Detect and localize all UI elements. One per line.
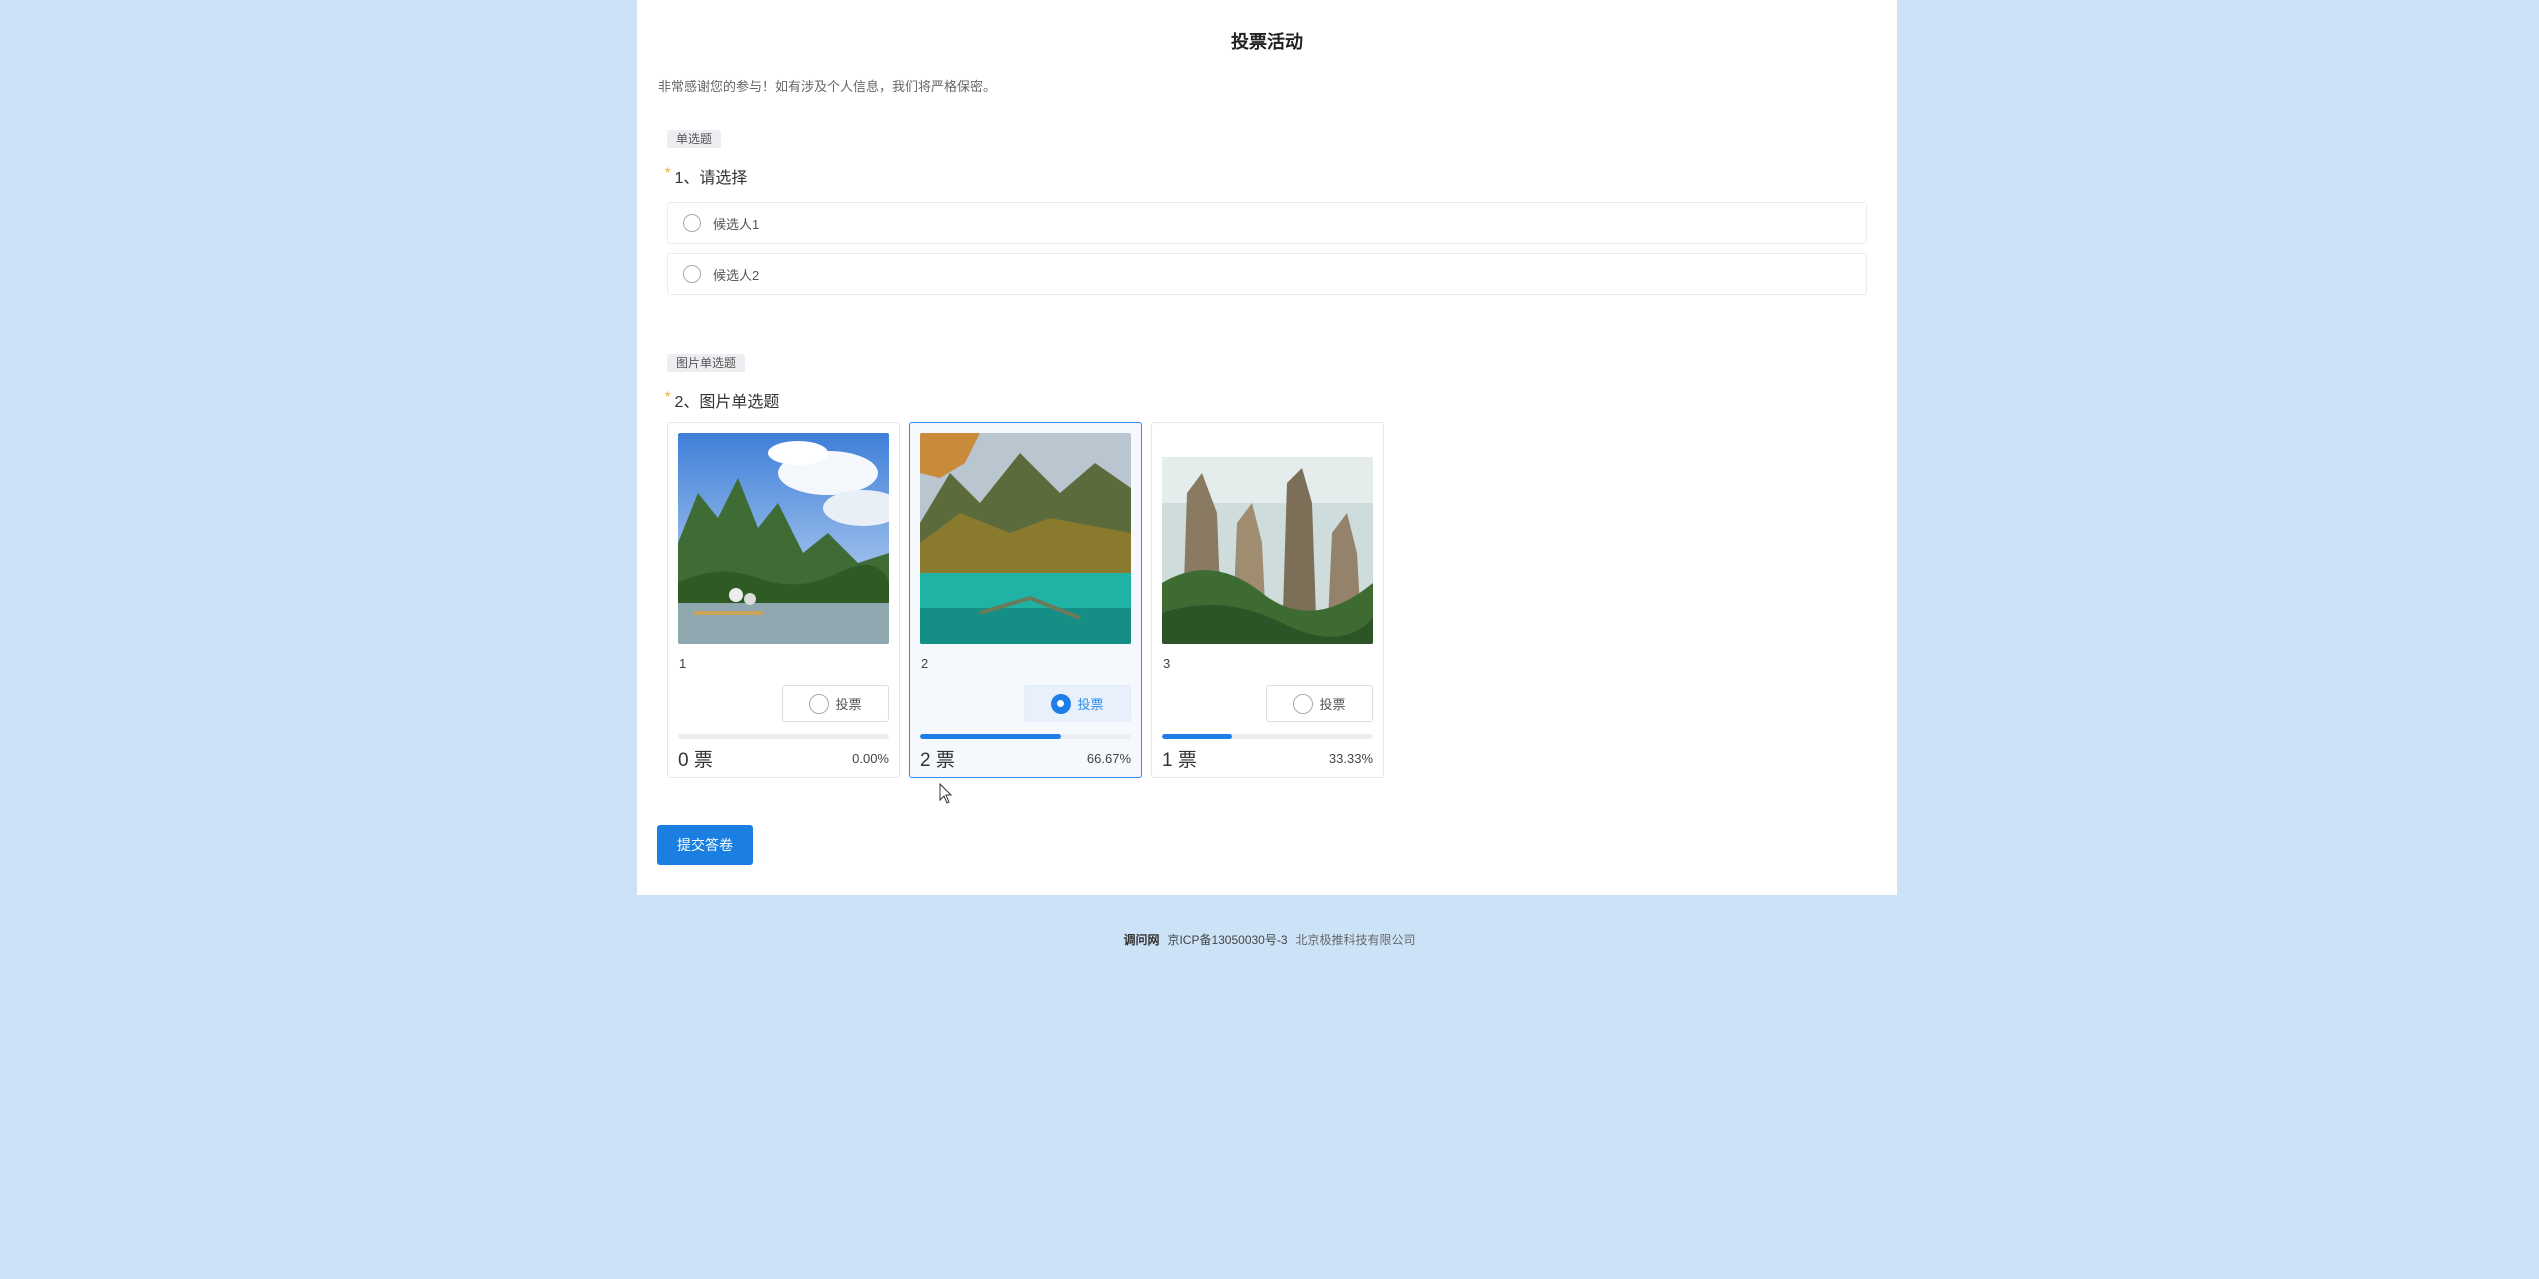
vote-count: 0 票 <box>678 750 713 771</box>
question-title: * 1、请选择 <box>665 164 747 188</box>
radio-icon[interactable] <box>683 214 701 232</box>
radio-icon[interactable] <box>1293 693 1314 714</box>
survey-page: 投票活动 非常感谢您的参与！如有涉及个人信息，我们将严格保密。 单选题 * 1、请… <box>637 0 1897 895</box>
option-name: 1 <box>679 656 687 671</box>
option-name: 2 <box>921 656 929 671</box>
vote-progress-bar <box>1162 734 1373 739</box>
vote-progress-bar <box>678 734 889 739</box>
question-type-tag: 单选题 <box>667 130 722 148</box>
vote-count: 2 票 <box>920 750 955 771</box>
vote-button-label: 投票 <box>835 697 862 712</box>
option-name: 3 <box>1163 656 1171 671</box>
page-intro: 非常感谢您的参与！如有涉及个人信息，我们将严格保密。 <box>658 79 997 94</box>
question-type-tag: 图片单选题 <box>667 354 746 372</box>
turquoise-lake-autumn-image[interactable] <box>920 433 1131 644</box>
option-candidate-2[interactable]: 候选人2 <box>667 253 1867 295</box>
question-title: * 2、图片单选题 <box>665 388 779 412</box>
option-label: 候选人2 <box>713 267 760 283</box>
footer: 调问网 京ICP备13050030号-3 北京极推科技有限公司 <box>0 931 2539 948</box>
vote-progress-fill <box>1162 734 1233 739</box>
radio-icon[interactable] <box>683 265 701 283</box>
sandstone-pillars-image[interactable] <box>1162 433 1373 644</box>
vote-count: 1 票 <box>1162 750 1197 771</box>
required-mark: * <box>665 388 671 404</box>
submit-button[interactable]: 提交答卷 <box>657 825 753 865</box>
image-option-card-1[interactable]: 1 投票 0 票 0.00% <box>667 422 900 778</box>
vote-button[interactable]: 投票 <box>782 685 889 722</box>
vote-button[interactable]: 投票 <box>1266 685 1373 722</box>
vote-percent: 33.33% <box>1328 751 1373 766</box>
radio-checked-icon[interactable] <box>1051 693 1072 714</box>
vote-button-label: 投票 <box>1077 697 1104 712</box>
footer-icp[interactable]: 京ICP备13050030号-3 <box>1167 933 1287 947</box>
required-mark: * <box>665 164 671 180</box>
radio-icon[interactable] <box>809 693 830 714</box>
vote-percent: 0.00% <box>852 751 889 766</box>
question-title-text: 1、请选择 <box>674 170 748 187</box>
karst-river-landscape-image[interactable] <box>678 433 889 644</box>
footer-company[interactable]: 北京极推科技有限公司 <box>1296 933 1416 947</box>
vote-button-label: 投票 <box>1319 697 1346 712</box>
vote-progress-bar <box>920 734 1131 739</box>
page-title: 投票活动 <box>1231 32 1303 52</box>
question-title-text: 2、图片单选题 <box>674 394 780 411</box>
option-label: 候选人1 <box>713 216 760 232</box>
image-option-card-2[interactable]: 2 投票 2 票 66.67% <box>909 422 1142 778</box>
option-candidate-1[interactable]: 候选人1 <box>667 202 1867 244</box>
image-option-card-3[interactable]: 3 投票 1 票 33.33% <box>1151 422 1384 778</box>
mouse-cursor-icon <box>939 783 953 804</box>
vote-progress-fill <box>920 734 1061 739</box>
vote-button[interactable]: 投票 <box>1024 685 1131 722</box>
vote-percent: 66.67% <box>1086 751 1131 766</box>
footer-brand[interactable]: 调问网 <box>1123 933 1159 947</box>
